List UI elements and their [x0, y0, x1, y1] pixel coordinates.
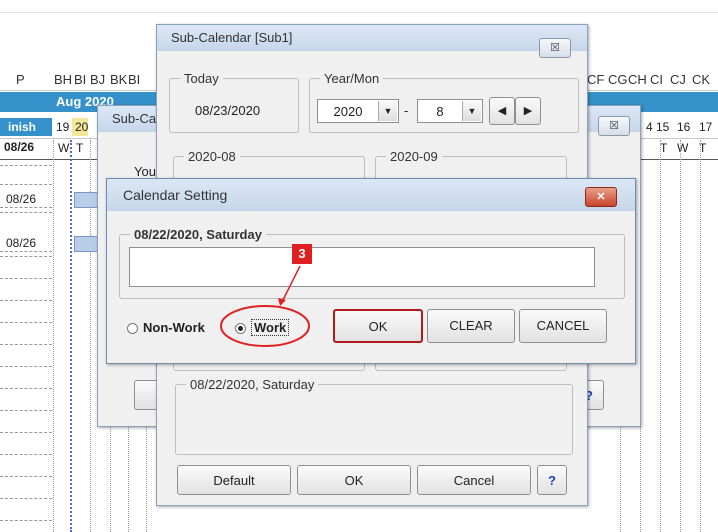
highlight-ellipse [220, 305, 310, 347]
arrow-head-icon [278, 298, 286, 306]
annotation-overlay [220, 265, 310, 347]
callout-arrow [281, 265, 301, 303]
